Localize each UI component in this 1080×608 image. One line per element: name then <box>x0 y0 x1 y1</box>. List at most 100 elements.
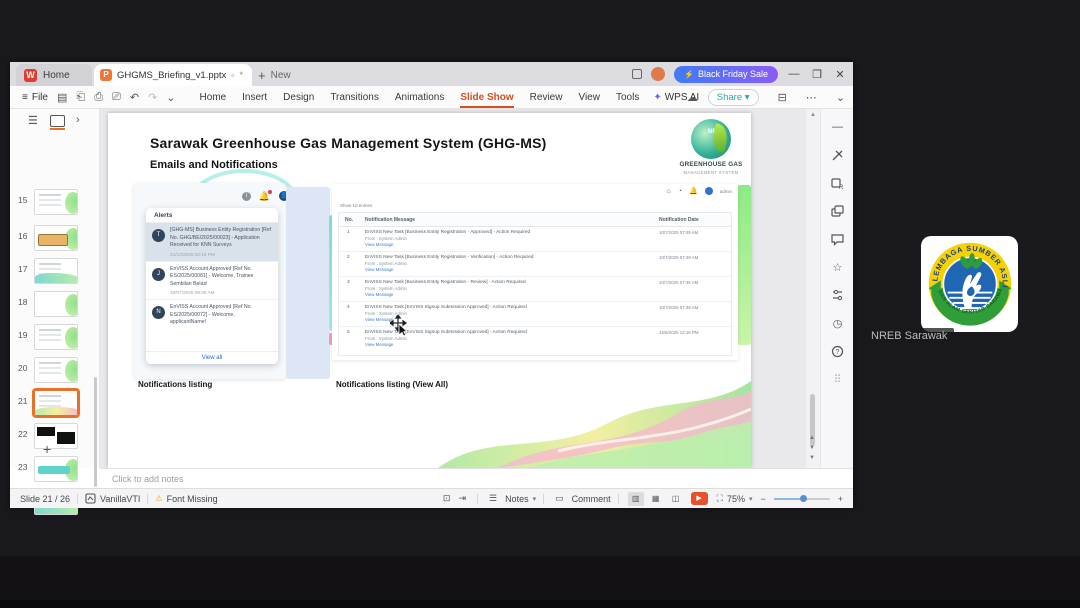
menu-home[interactable]: Home <box>191 88 234 107</box>
notes-pane[interactable]: Click to add notes <box>100 468 853 488</box>
slide-thumbnail-20[interactable]: 20 <box>10 355 100 385</box>
comment-button[interactable]: ▭ Comment <box>551 493 611 504</box>
close-button[interactable]: ✕ <box>833 68 847 81</box>
file-menu[interactable]: ≡ File <box>22 92 48 103</box>
help-icon[interactable]: ? <box>831 345 844 358</box>
shapes-icon[interactable] <box>831 205 844 218</box>
table-row: 1 EnVISS New Task [Business Entity Regis… <box>339 227 731 252</box>
slide-thumbnail-21[interactable]: 21 <box>10 388 100 418</box>
slide-thumbnail-15[interactable]: 15 <box>10 187 100 217</box>
meeting-bottom-strip <box>0 600 1080 608</box>
print-icon[interactable]: ⎙ <box>94 91 103 104</box>
tab-window-icon: ▫ <box>231 70 235 80</box>
slide-canvas: Sarawak Greenhouse Gas Management System… <box>100 109 806 468</box>
menu-review[interactable]: Review <box>522 88 571 107</box>
thumb-preview-selected <box>32 388 80 418</box>
slide-thumbnail-16[interactable]: 16 <box>10 223 100 253</box>
print-preview-icon[interactable]: ⎚ <box>112 91 121 104</box>
tab-wps-home[interactable]: W Home <box>16 64 92 86</box>
thumb-preview <box>34 225 78 251</box>
slide-thumbnail-17[interactable]: 17 <box>10 256 100 286</box>
info-icon: i <box>241 191 251 201</box>
menu-insert[interactable]: Insert <box>234 88 275 107</box>
notes-toggle-button[interactable]: ☰ Notes ▾ <box>485 493 536 504</box>
menu-animations[interactable]: Animations <box>387 88 452 107</box>
slide-thumbnail-19[interactable]: 19 <box>10 322 100 352</box>
promo-label: Black Friday Sale <box>697 69 768 79</box>
menu-tools[interactable]: Tools <box>608 88 647 107</box>
new-tab-button[interactable]: + New <box>258 64 291 86</box>
add-slide-button[interactable]: + <box>43 441 51 457</box>
presentation-file-icon: P <box>100 69 112 81</box>
thumbnail-scrollbar[interactable] <box>94 377 97 487</box>
bell-notification-icon: 🔔 <box>258 189 273 201</box>
share-button[interactable]: Share ▾ <box>707 89 759 106</box>
scroll-up-arrow[interactable]: ▲ <box>810 112 816 118</box>
show-entries-control: Show 10 entries <box>340 203 373 208</box>
jump-to-icon[interactable]: ⇥ <box>458 493 466 504</box>
scroll-down-arrow[interactable]: ▼ <box>809 455 815 461</box>
favorites-star-icon[interactable]: ☆ <box>831 261 844 274</box>
collapse-panel-icon[interactable]: › <box>76 114 80 126</box>
menu-view[interactable]: View <box>570 88 608 107</box>
zoom-out-button[interactable]: − <box>760 494 765 504</box>
slide-thumbnail-23[interactable]: 23 <box>10 454 100 484</box>
comment-pane-icon[interactable] <box>831 233 844 246</box>
format-tools-icon[interactable] <box>831 149 844 162</box>
meeting-stage: W Home P GHGMS_Briefing_v1.pptx ▫ * + Ne… <box>0 0 1080 608</box>
cloud-sync-icon[interactable]: ☁ <box>687 91 698 104</box>
design-theme-button[interactable]: VanillaVTI <box>85 493 140 504</box>
nreb-logo: LEMBAGA SUMBER ASLI DAN ALAM SEKITAR SAR… <box>927 241 1011 326</box>
collapse-rail-icon[interactable]: — <box>831 121 844 134</box>
ai-sparkle-icon: ✦ <box>653 91 662 103</box>
settings-sliders-icon[interactable] <box>831 289 844 302</box>
slide-thumbnail-22[interactable]: 22 <box>10 421 100 451</box>
more-menu-icon[interactable]: ⋯ <box>806 91 817 104</box>
slide-number-icon[interactable]: ⊡ <box>443 493 451 504</box>
canvas-scrollbar[interactable]: ▲ ▲ ▼ ▼ <box>806 109 820 468</box>
account-avatar[interactable] <box>651 67 665 81</box>
slideshow-play-button[interactable]: ▶ <box>690 492 708 505</box>
reading-view-button[interactable]: ◫ <box>668 492 684 506</box>
alert-avatar: J <box>152 267 165 281</box>
minimize-button[interactable]: — <box>787 68 801 80</box>
history-clock-icon[interactable]: ◷ <box>831 317 844 330</box>
menu-design[interactable]: Design <box>275 88 322 107</box>
maximize-button[interactable]: ❐ <box>810 68 824 81</box>
redo-icon[interactable]: ↷ <box>148 91 157 104</box>
slide-21[interactable]: Sarawak Greenhouse Gas Management System… <box>108 113 751 468</box>
tab-document[interactable]: P GHGMS_Briefing_v1.pptx ▫ * <box>94 64 252 86</box>
window-tab-bar: W Home P GHGMS_Briefing_v1.pptx ▫ * + Ne… <box>10 62 853 86</box>
next-slide-button[interactable]: ▼ <box>809 445 815 451</box>
selection-pane-icon[interactable]: R <box>831 177 844 190</box>
row-from: From : System Admin <box>365 261 407 266</box>
black-friday-sale-button[interactable]: ⚡ Black Friday Sale <box>674 65 778 83</box>
portal-navbar-icons: ⌂ ◔ 🔔 admin <box>667 187 732 195</box>
export-icon[interactable]: ⎗ <box>76 91 85 104</box>
slide-sorter-view-button[interactable]: ▦ <box>648 492 664 506</box>
collapse-ribbon-icon[interactable]: ⌄ <box>836 91 845 104</box>
previous-slide-button[interactable]: ▲ <box>809 435 815 441</box>
row-date: 10/7/2025 07:49 AM <box>659 255 699 260</box>
zoom-chevron-icon[interactable]: ▾ <box>749 495 753 503</box>
view-message-link: View Message <box>365 342 394 347</box>
undo-icon[interactable]: ↶ <box>130 91 139 104</box>
slide-thumbnail-18[interactable]: 18 <box>10 289 100 319</box>
apps-grid-icon[interactable]: ⠿ <box>831 373 844 386</box>
row-date: 10/7/2025 07:39 AM <box>659 305 699 310</box>
save-icon[interactable]: ▤ <box>57 91 67 104</box>
alert-text: EnVISS Account Approved [Ref No. ES/2025… <box>170 265 254 287</box>
menu-transitions[interactable]: Transitions <box>322 88 387 107</box>
normal-view-button[interactable]: ▥ <box>627 491 644 506</box>
zoom-slider[interactable] <box>773 494 830 502</box>
font-missing-warning[interactable]: ⚠ Font Missing <box>155 494 217 504</box>
menu-slide-show[interactable]: Slide Show <box>452 88 521 108</box>
fit-slide-icon[interactable]: ⛶ <box>717 493 723 504</box>
more-commands-chevron-icon[interactable]: ⌄ <box>166 91 175 104</box>
thumbnail-view-icon[interactable] <box>50 115 65 130</box>
switch-panel-icon[interactable]: ⊟ <box>778 91 787 104</box>
tab-list-icon[interactable] <box>632 69 642 79</box>
outline-view-icon[interactable]: ☰ <box>28 114 38 127</box>
zoom-in-button[interactable]: + <box>838 494 843 504</box>
zoom-slider-knob[interactable] <box>799 494 807 502</box>
